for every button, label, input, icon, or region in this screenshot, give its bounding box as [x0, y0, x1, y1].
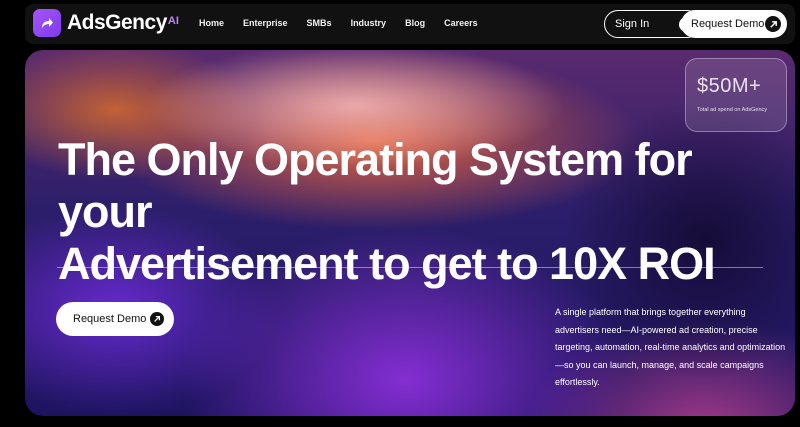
nav-link-blog[interactable]: Blog: [405, 18, 425, 28]
request-demo-button-nav[interactable]: Request Demo: [681, 10, 787, 38]
headline-line-1: The Only Operating System for your: [58, 134, 693, 237]
request-demo-label: Request Demo: [691, 18, 765, 30]
hero-cta-label: Request Demo: [73, 313, 147, 325]
brand-name: AdsGency: [67, 11, 167, 34]
stat-value: $50M+: [697, 75, 762, 97]
divider: [57, 267, 763, 268]
arrow-up-right-icon: [765, 16, 781, 32]
arrow-up-right-icon: [150, 312, 164, 326]
nav-link-enterprise[interactable]: Enterprise: [243, 18, 288, 28]
hero-description: A single platform that brings together e…: [555, 307, 786, 387]
nav-links: Home Enterprise SMBs Industry Blog Caree…: [199, 18, 497, 28]
ad-spend-stat-card: $50M+ Total ad spend on AdsGency: [685, 58, 787, 132]
headline-line-2: Advertisement to get to 10X ROI: [58, 238, 716, 289]
top-navbar: AdsGency AI Home Enterprise SMBs Industr…: [25, 4, 795, 44]
nav-link-home[interactable]: Home: [199, 18, 224, 28]
nav-link-careers[interactable]: Careers: [444, 18, 478, 28]
stat-label: Total ad spend on AdsGency: [697, 107, 768, 113]
brand-suffix: AI: [167, 15, 179, 27]
request-demo-button-hero[interactable]: Request Demo: [56, 302, 174, 336]
sign-in-label: Sign In: [615, 18, 650, 30]
nav-link-smbs[interactable]: SMBs: [307, 18, 332, 28]
nav-link-industry[interactable]: Industry: [351, 18, 387, 28]
hero-section: $50M+ Total ad spend on AdsGency The Onl…: [25, 50, 795, 416]
share-arrow-icon: [33, 9, 61, 37]
brand-logo[interactable]: AdsGency AI: [33, 9, 179, 37]
